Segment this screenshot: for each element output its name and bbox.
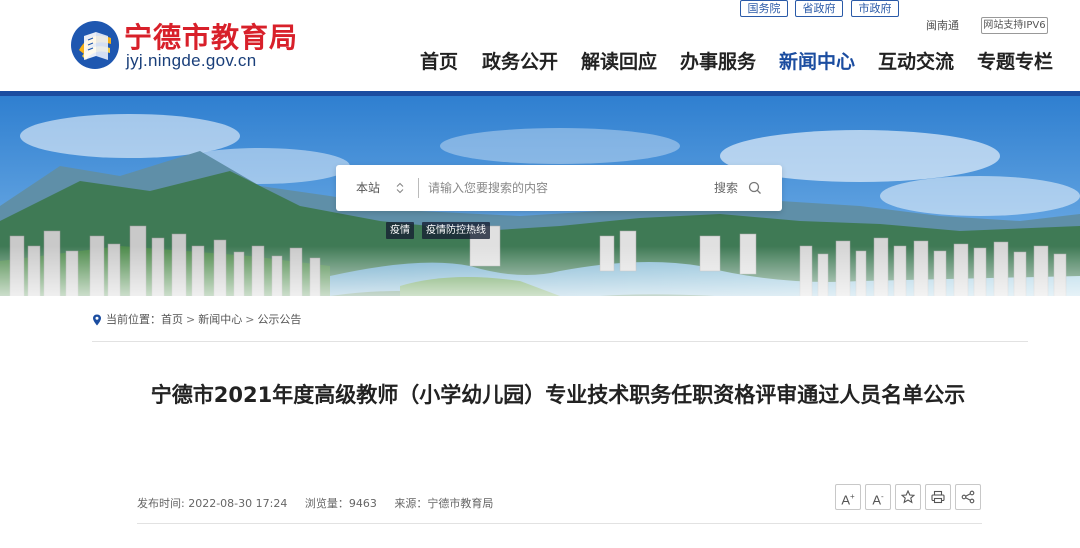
- breadcrumb-divider: [92, 341, 1028, 342]
- search-button-label: 搜索: [714, 181, 739, 195]
- printer-icon: [931, 490, 945, 504]
- font-smaller-label: A: [872, 492, 881, 508]
- hot-tag-hotline[interactable]: 疫情防控热线: [422, 222, 490, 239]
- updown-caret-icon[interactable]: [396, 182, 404, 194]
- search-icon: [748, 181, 761, 194]
- font-smaller-button[interactable]: A-: [865, 484, 891, 510]
- article-meta: 发布时间: 2022-08-30 17:24 浏览量：9463 来源：宁德市教育…: [137, 496, 507, 512]
- location-pin-icon: [93, 314, 101, 326]
- article-source: 来源：宁德市教育局: [394, 497, 494, 510]
- font-larger-sign: +: [850, 492, 855, 501]
- toplink-city[interactable]: 市政府: [851, 0, 899, 17]
- breadcrumb-separator: >: [245, 313, 255, 326]
- view-count: 浏览量：9463: [304, 497, 377, 510]
- font-larger-label: A: [841, 492, 850, 508]
- dialect-link[interactable]: 闽南通: [926, 17, 959, 34]
- nav-interpretation[interactable]: 解读回应: [581, 50, 657, 74]
- search-input[interactable]: [428, 175, 698, 201]
- nav-gov-affairs[interactable]: 政务公开: [482, 50, 558, 74]
- font-larger-button[interactable]: A+: [835, 484, 861, 510]
- breadcrumb-announcements[interactable]: 公示公告: [257, 313, 301, 326]
- nav-services[interactable]: 办事服务: [680, 50, 756, 74]
- ipv6-badge: 网站支持IPV6: [981, 17, 1048, 34]
- print-button[interactable]: [925, 484, 951, 510]
- breadcrumb-separator: >: [186, 313, 196, 326]
- main-nav: 首页 政务公开 解读回应 办事服务 新闻中心 互动交流 专题专栏: [0, 50, 1080, 74]
- nav-interaction[interactable]: 互动交流: [878, 50, 954, 74]
- font-smaller-sign: -: [881, 492, 884, 501]
- article-title: 宁德市2021年度高级教师（小学幼儿园）专业技术职务任职资格评审通过人员名单公示: [150, 383, 966, 407]
- toplink-province[interactable]: 省政府: [795, 0, 843, 17]
- favorite-button[interactable]: [895, 484, 921, 510]
- toplink-state-council[interactable]: 国务院: [740, 0, 788, 17]
- breadcrumb-news-center[interactable]: 新闻中心: [198, 313, 242, 326]
- search-scope-select[interactable]: 本站: [356, 165, 380, 211]
- site-header: 宁德市教育局 jyj.ningde.gov.cn 国务院 省政府 市政府 闽南通…: [0, 0, 1080, 91]
- share-button[interactable]: [955, 484, 981, 510]
- breadcrumb-home[interactable]: 首页: [161, 313, 183, 326]
- publish-time: 发布时间: 2022-08-30 17:24: [137, 497, 288, 510]
- search-button[interactable]: 搜索: [714, 177, 761, 199]
- nav-news-center[interactable]: 新闻中心: [779, 50, 855, 74]
- site-search: 本站 搜索: [336, 165, 782, 211]
- share-icon: [961, 490, 975, 504]
- search-divider: [418, 178, 419, 198]
- meta-divider: [137, 523, 982, 524]
- nav-special-topics[interactable]: 专题专栏: [977, 50, 1053, 74]
- breadcrumb-prefix: 当前位置：: [106, 313, 161, 326]
- nav-home[interactable]: 首页: [420, 50, 458, 74]
- star-icon: [901, 490, 915, 504]
- hot-tag-epidemic[interactable]: 疫情: [386, 222, 414, 239]
- article-card: 当前位置：首页 > 新闻中心 > 公示公告 宁德市2021年度高级教师（小学幼儿园）专业…: [70, 298, 1048, 548]
